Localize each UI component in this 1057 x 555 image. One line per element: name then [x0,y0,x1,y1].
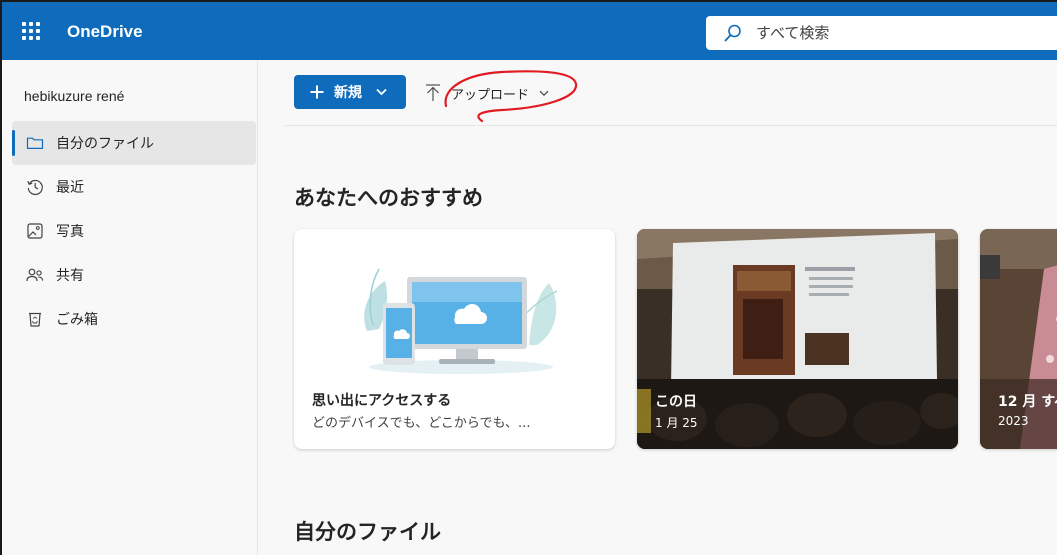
recommend-title: あなたへのおすすめ [294,186,483,210]
chevron-down-icon [376,88,387,96]
search-input[interactable] [756,22,1046,44]
new-button[interactable]: 新規 [294,75,406,109]
sidebar-item-label: 写真 [56,224,84,240]
folder-icon [26,137,44,149]
upload-button[interactable]: アップロード [425,78,549,108]
chevron-down-icon [539,90,549,96]
my-files-title: 自分のファイル [294,520,441,544]
plus-icon [310,85,324,99]
card-title: 思い出にアクセスする [312,393,452,409]
recommend-card-memories[interactable]: 思い出にアクセスする どのデバイスでも、どこからでも、... [294,229,615,449]
people-icon [26,268,44,282]
sidebar-item-label: 最近 [56,180,84,196]
arrow-up-icon [426,84,440,101]
upload-button-label: アップロード [451,86,530,102]
devices-illustration [364,268,558,374]
card-date: 2023 [998,414,1029,428]
card-title: この日 [655,394,697,410]
card-date: 1 月 25 [655,416,698,430]
sidebar-item-recent[interactable]: 最近 [12,165,256,209]
recommend-card-december[interactable]: 12 月 すべ 2023 [980,229,1057,449]
app-window: OneDrive hebikuzure rené 自分のファイル [0,0,1057,555]
new-button-label: 新規 [334,84,362,100]
sidebar-item-label: 共有 [56,268,84,284]
search-icon [724,24,741,42]
sidebar-nav: 自分のファイル 最近 写真 共有 ごみ箱 [12,121,256,341]
history-icon [27,179,43,196]
app-launcher-icon[interactable] [22,22,42,42]
main-content: 新規 アップロード あなたへのおすすめ 思い出にアクセスする どのデバイスでも、… [259,60,1057,555]
user-name: hebikuzure rené [24,88,125,104]
recycle-bin-icon [29,312,41,327]
card-title: 12 月 すべ [998,394,1057,410]
sidebar-item-shared[interactable]: 共有 [12,253,256,297]
recommend-card-on-this-day[interactable]: この日 1 月 25 [637,229,958,449]
image-icon [27,223,43,239]
search-box[interactable] [706,16,1057,50]
sidebar-item-label: 自分のファイル [56,136,154,152]
card-subtitle: どのデバイスでも、どこからでも、... [312,416,531,431]
sidebar-item-recycle-bin[interactable]: ごみ箱 [12,297,256,341]
sidebar-item-label: ごみ箱 [56,312,98,328]
app-title[interactable]: OneDrive [67,22,143,42]
command-bar: 新規 アップロード [285,60,1057,126]
sidebar: hebikuzure rené 自分のファイル 最近 写真 共有 ごみ箱 [2,60,258,555]
sidebar-item-photos[interactable]: 写真 [12,209,256,253]
sidebar-item-my-files[interactable]: 自分のファイル [12,121,256,165]
top-bar: OneDrive [2,2,1057,60]
